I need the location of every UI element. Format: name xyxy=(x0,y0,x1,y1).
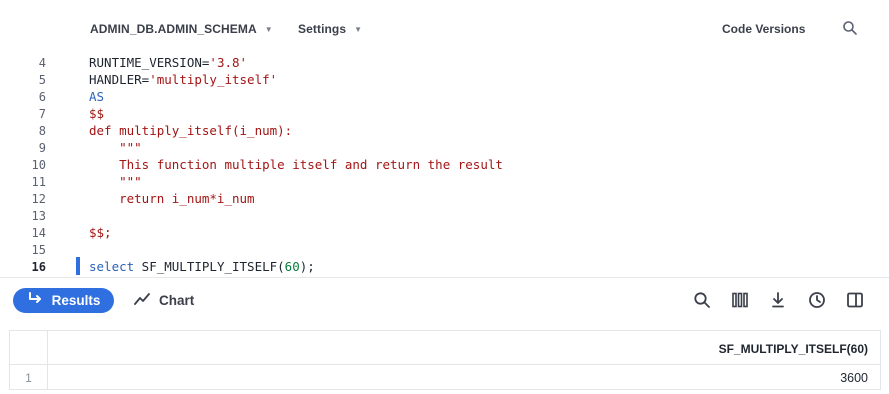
chevron-down-icon: ▼ xyxy=(354,24,363,34)
return-arrow-icon xyxy=(27,292,43,309)
line-number: 14 xyxy=(31,225,46,240)
code-line: 5 HANDLER='multiply_itself' xyxy=(0,71,889,88)
settings-dropdown[interactable]: Settings ▼ xyxy=(298,22,362,36)
results-table: SF_MULTIPLY_ITSELF(60) 1 3600 xyxy=(9,330,881,390)
database-schema-label: ADMIN_DB.ADMIN_SCHEMA xyxy=(90,22,257,36)
line-number: 9 xyxy=(38,140,46,155)
line-number: 8 xyxy=(38,123,46,138)
line-number: 11 xyxy=(31,174,46,189)
code-line: 12 return i_num*i_num xyxy=(0,190,889,207)
line-number: 6 xyxy=(38,89,46,104)
line-number: 13 xyxy=(31,208,46,223)
table-row[interactable]: 1 3600 xyxy=(10,366,880,390)
line-number: 4 xyxy=(38,56,46,70)
line-chart-icon xyxy=(134,292,150,309)
code-line: 15 xyxy=(0,241,889,258)
line-number: 5 xyxy=(38,72,46,87)
database-schema-selector[interactable]: ADMIN_DB.ADMIN_SCHEMA ▼ xyxy=(90,22,273,36)
chart-tab[interactable]: Chart xyxy=(134,288,194,313)
chevron-down-icon: ▼ xyxy=(264,24,273,34)
code-line: 11 """ xyxy=(0,173,889,190)
code-line: 9 """ xyxy=(0,139,889,156)
column-header[interactable]: SF_MULTIPLY_ITSELF(60) xyxy=(719,342,868,356)
code-text: $$; xyxy=(89,225,112,240)
line-number: 16 xyxy=(31,259,46,274)
download-icon[interactable] xyxy=(768,290,788,310)
line-number: 12 xyxy=(31,191,46,206)
code-line: 10 This function multiple itself and ret… xyxy=(0,156,889,173)
code-line: 7 $$ xyxy=(0,105,889,122)
results-toolbar: Results Chart xyxy=(0,277,889,321)
line-number: 10 xyxy=(31,157,46,172)
editor-toolbar: ADMIN_DB.ADMIN_SCHEMA ▼ Settings ▼ Code … xyxy=(0,0,889,56)
code-line: 14 $$; xyxy=(0,224,889,241)
settings-label: Settings xyxy=(298,22,347,36)
line-number: 15 xyxy=(31,242,46,257)
split-panel-icon[interactable] xyxy=(845,290,865,310)
code-versions-button[interactable]: Code Versions xyxy=(722,22,805,36)
row-number: 1 xyxy=(25,371,32,385)
code-text: def multiply_itself(i_num): xyxy=(89,123,293,138)
code-text: return i_num*i_num xyxy=(89,191,255,206)
code-text: select SF_MULTIPLY_ITSELF(60); xyxy=(89,259,315,274)
code-line: 6 AS xyxy=(0,88,889,105)
chart-tab-label: Chart xyxy=(159,293,195,308)
code-text: """ xyxy=(89,174,142,189)
results-tab-label: Results xyxy=(51,293,101,308)
active-line-marker xyxy=(76,257,80,275)
code-text: HANDLER='multiply_itself' xyxy=(89,72,278,87)
search-icon[interactable] xyxy=(842,20,858,36)
code-line: 8 def multiply_itself(i_num): xyxy=(0,122,889,139)
code-text: This function multiple itself and return… xyxy=(89,157,503,172)
results-tab[interactable]: Results xyxy=(13,288,114,313)
code-text: RUNTIME_VERSION='3.8' xyxy=(89,56,248,70)
code-editor[interactable]: 4 RUNTIME_VERSION='3.8' 5 HANDLER='multi… xyxy=(0,56,889,276)
history-clock-icon[interactable] xyxy=(807,290,827,310)
code-line: 13 xyxy=(0,207,889,224)
code-text: """ xyxy=(89,140,142,155)
code-line-active: 16 select SF_MULTIPLY_ITSELF(60); xyxy=(0,258,889,275)
columns-icon[interactable] xyxy=(730,290,750,310)
line-number: 7 xyxy=(38,106,46,121)
table-header: SF_MULTIPLY_ITSELF(60) xyxy=(10,331,880,365)
search-results-icon[interactable] xyxy=(692,290,712,310)
table-cell[interactable]: 3600 xyxy=(840,371,868,385)
code-text: AS xyxy=(89,89,105,104)
code-line: 4 RUNTIME_VERSION='3.8' xyxy=(0,56,889,71)
code-text: $$ xyxy=(89,106,105,121)
